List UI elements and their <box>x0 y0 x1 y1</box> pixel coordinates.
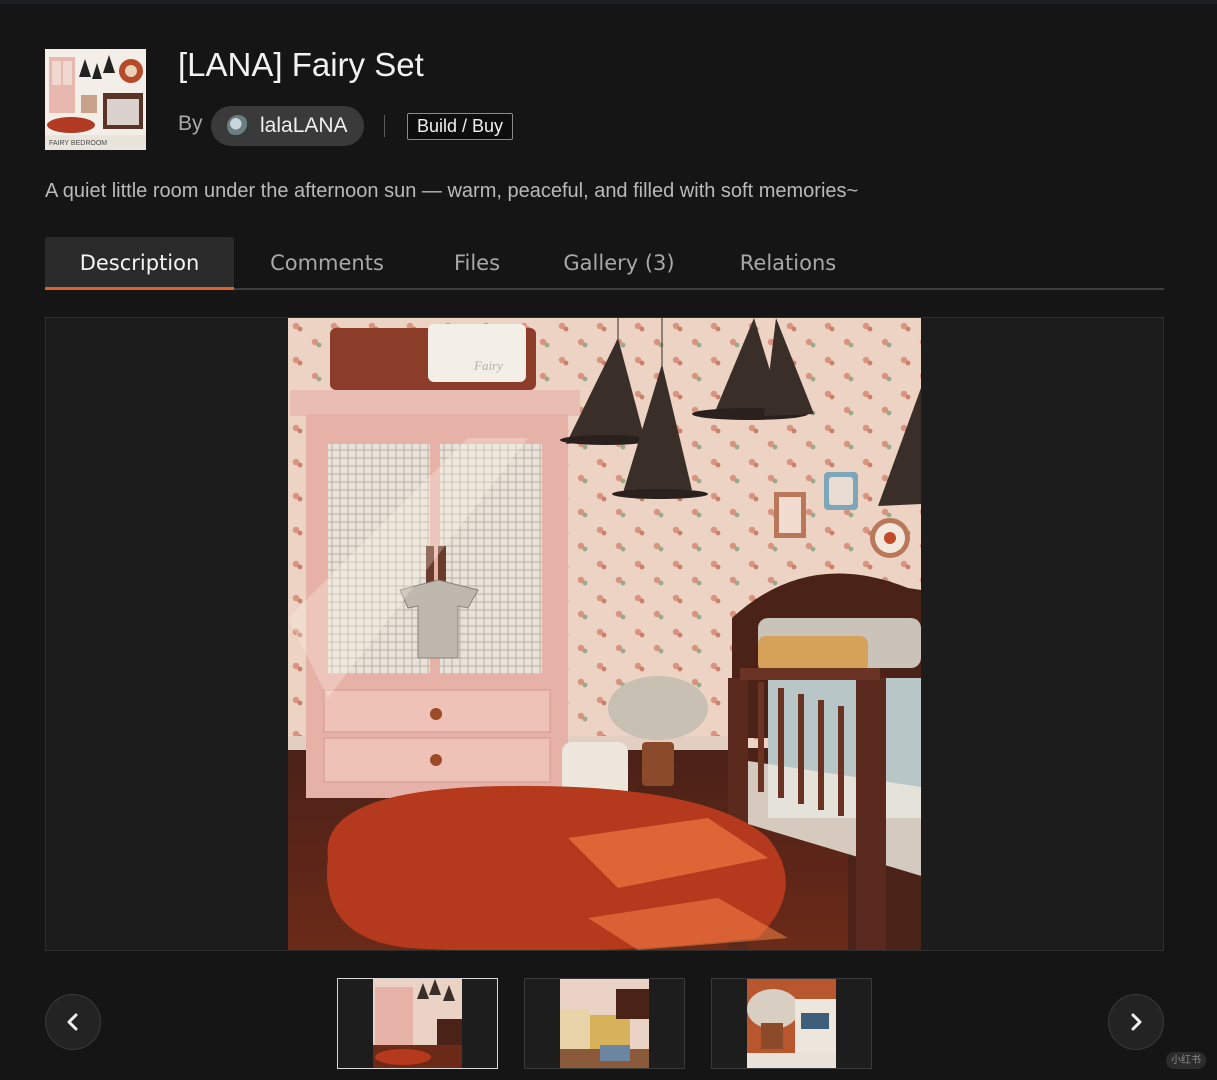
category-badge[interactable]: Build / Buy <box>407 113 514 140</box>
thumbnail-image-2 <box>560 979 649 1068</box>
gallery-next-button[interactable] <box>1108 994 1164 1050</box>
item-thumbnail[interactable]: FAIRY BEDROOM <box>45 49 146 150</box>
gallery-thumbnail-1[interactable] <box>337 978 498 1069</box>
top-border <box>0 0 1217 4</box>
header-divider <box>384 115 385 137</box>
image-sign-text: Fairy <box>473 358 503 373</box>
watermark: 小红书 <box>1166 1052 1206 1069</box>
gallery-thumbnail-3[interactable] <box>711 978 872 1069</box>
page-title: [LANA] Fairy Set <box>178 46 424 83</box>
thumbnail-image-3 <box>747 979 836 1068</box>
author-name: lalaLANA <box>260 114 348 137</box>
gallery-prev-button[interactable] <box>45 994 101 1050</box>
tab-comments[interactable]: Comments <box>251 237 403 290</box>
chevron-left-icon <box>67 1013 78 1031</box>
chevron-right-icon <box>1131 1013 1142 1031</box>
tab-description[interactable]: Description <box>45 237 234 290</box>
by-label: By <box>178 112 203 135</box>
item-tagline: A quiet little room under the afternoon … <box>45 180 859 202</box>
avatar <box>227 115 249 137</box>
gallery-viewer: Fairy <box>45 317 1164 951</box>
tab-gallery[interactable]: Gallery (3) <box>558 237 680 290</box>
thumbnail-image-1 <box>373 979 462 1068</box>
author-link[interactable]: lalaLANA <box>211 106 364 146</box>
tab-files[interactable]: Files <box>441 237 513 290</box>
thumbnail-collage: FAIRY BEDROOM <box>45 49 146 150</box>
gallery-thumbnail-2[interactable] <box>524 978 685 1069</box>
thumbnail-caption: FAIRY BEDROOM <box>49 140 107 147</box>
bedroom-scene: Fairy <box>288 318 921 950</box>
tab-relations[interactable]: Relations <box>728 237 848 290</box>
gallery-main-image[interactable]: Fairy <box>288 318 921 950</box>
tab-bar: Description Comments Files Gallery (3) R… <box>45 237 1164 290</box>
